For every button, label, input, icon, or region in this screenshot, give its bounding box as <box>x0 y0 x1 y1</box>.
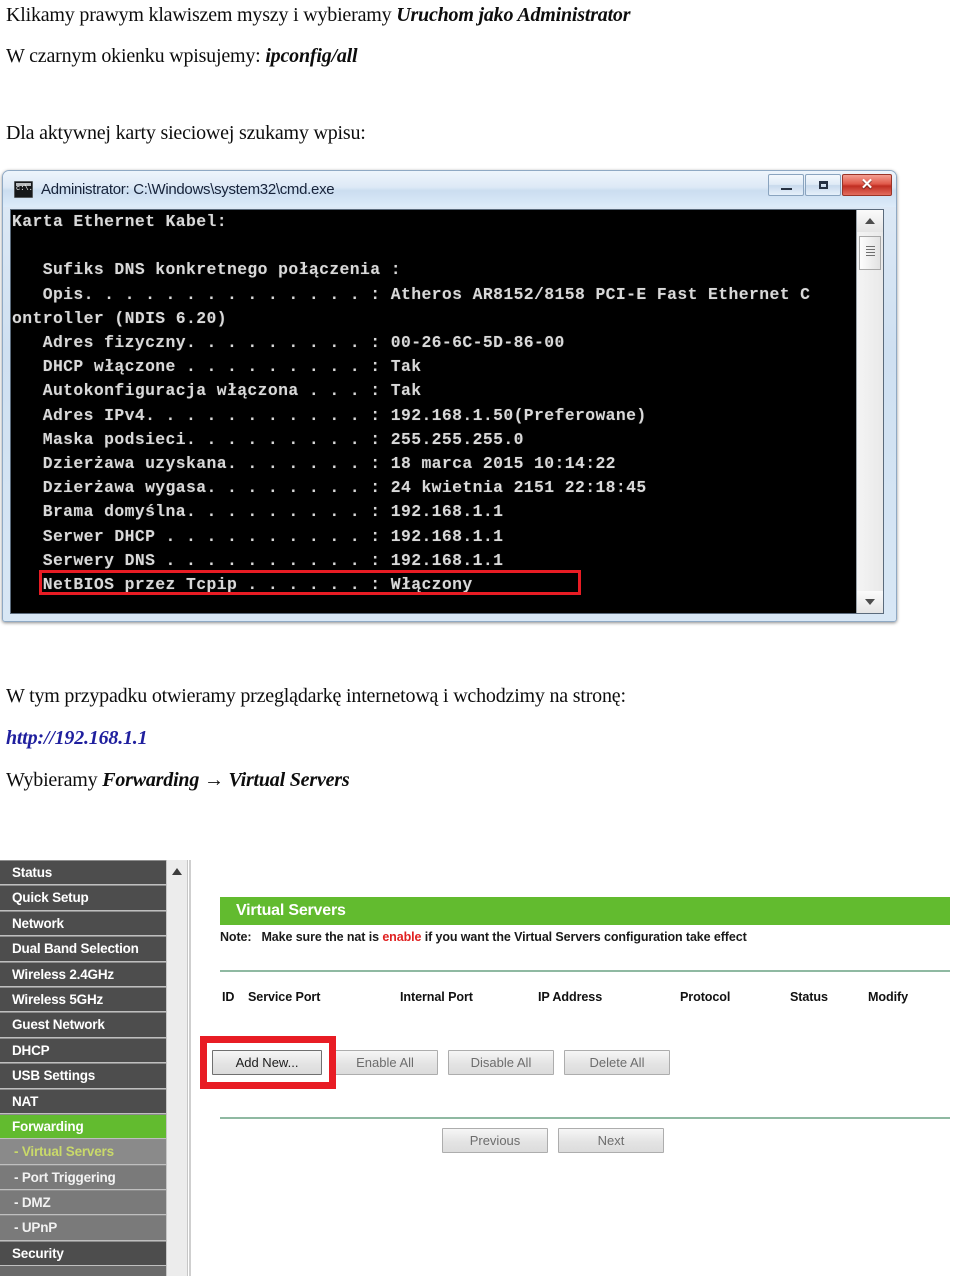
note-highlight: enable <box>382 930 422 944</box>
maximize-button[interactable] <box>805 174 841 196</box>
instruction-line-2: W czarnym okienku wpisujemy: ipconfig/al… <box>6 45 358 68</box>
instruction-line-6-text: Wybieramy <box>6 769 103 791</box>
instruction-line-1-emphasis: Uruchom jako Administrator <box>396 4 631 26</box>
column-header-id: ID <box>222 990 235 1004</box>
browser-scrollbar[interactable] <box>166 860 188 1276</box>
instruction-line-2-command: ipconfig/all <box>265 45 358 67</box>
sidebar-item-upnp[interactable]: - UPnP <box>0 1215 166 1241</box>
note-after: if you want the Virtual Servers configur… <box>421 930 747 944</box>
column-header-status: Status <box>790 990 828 1004</box>
column-header-protocol: Protocol <box>680 990 731 1004</box>
instruction-line-6: Wybieramy Forwarding → Virtual Servers <box>6 769 350 792</box>
scroll-up-icon[interactable] <box>167 860 187 880</box>
scrollbar-thumb[interactable] <box>859 236 881 270</box>
column-header-ip-address: IP Address <box>538 990 603 1004</box>
instruction-line-6-path: Forwarding → Virtual Servers <box>102 769 350 791</box>
instruction-line-4: W tym przypadku otwieramy przeglądarkę i… <box>6 685 626 707</box>
sidebar-item-virtual-servers[interactable]: - Virtual Servers <box>0 1139 166 1165</box>
column-header-internal-port: Internal Port <box>400 990 473 1004</box>
sidebar-item-nat[interactable]: NAT <box>0 1088 166 1114</box>
minimize-button[interactable] <box>768 174 804 196</box>
delete-all-button[interactable]: Delete All <box>564 1050 670 1075</box>
close-icon: ✕ <box>860 176 874 193</box>
router-sidebar: Status Quick Setup Network Dual Band Sel… <box>0 860 166 1276</box>
column-header-service-port: Service Port <box>248 990 321 1004</box>
sidebar-item-wireless-24ghz[interactable]: Wireless 2.4GHz <box>0 961 166 987</box>
instruction-line-1-text: Klikamy prawym klawiszem myszy i wybiera… <box>6 4 397 26</box>
console-output-area[interactable]: Karta Ethernet Kabel: Sufiks DNS konkret… <box>10 209 884 614</box>
router-main-content: Virtual Servers Note: Make sure the nat i… <box>192 860 960 1276</box>
previous-button[interactable]: Previous <box>442 1128 548 1153</box>
sidebar-item-usb-settings[interactable]: USB Settings <box>0 1063 166 1089</box>
window-controls: ✕ <box>768 174 892 196</box>
divider-bottom <box>220 1117 950 1119</box>
scroll-down-icon[interactable] <box>857 591 883 613</box>
add-new-button[interactable]: Add New... <box>212 1050 322 1075</box>
sidebar-item-dhcp[interactable]: DHCP <box>0 1037 166 1064</box>
sidebar-item-port-triggering[interactable]: - Port Triggering <box>0 1164 166 1191</box>
sidebar-item-status[interactable]: Status <box>0 860 166 886</box>
sidebar-item-network[interactable]: Network <box>0 910 166 937</box>
note-label: Note: <box>220 930 252 944</box>
window-title: Administrator: C:\Windows\system32\cmd.e… <box>41 180 335 198</box>
sidebar-item-dmz[interactable]: - DMZ <box>0 1190 166 1216</box>
note-before: Make sure the nat is <box>261 930 383 944</box>
instruction-line-1: Klikamy prawym klawiszem myszy i wybiera… <box>6 4 631 27</box>
router-admin-screenshot: Status Quick Setup Network Dual Band Sel… <box>0 860 960 1276</box>
instruction-line-2-text: W czarnym okienku wpisujemy: <box>6 45 266 67</box>
next-button[interactable]: Next <box>558 1128 664 1153</box>
instruction-line-3: Dla aktywnej karty sieciowej szukamy wpi… <box>6 122 366 144</box>
command-prompt-window: Administrator: C:\Windows\system32\cmd.e… <box>2 170 897 622</box>
router-url-link[interactable]: http://192.168.1.1 <box>6 727 148 750</box>
note-text: Note: Make sure the nat is enable if you … <box>220 930 747 944</box>
sidebar-item-quick-setup[interactable]: Quick Setup <box>0 885 166 911</box>
page-title: Virtual Servers <box>220 897 950 925</box>
console-scrollbar[interactable] <box>856 210 883 613</box>
sidebar-item-dual-band-selection[interactable]: Dual Band Selection <box>0 936 166 962</box>
close-button[interactable]: ✕ <box>842 174 892 196</box>
window-titlebar[interactable]: Administrator: C:\Windows\system32\cmd.e… <box>3 171 896 207</box>
console-icon <box>14 180 33 198</box>
divider-top <box>220 970 950 972</box>
panel-divider <box>189 860 191 1276</box>
disable-all-button[interactable]: Disable All <box>448 1050 554 1075</box>
sidebar-item-wireless-5ghz[interactable]: Wireless 5GHz <box>0 986 166 1013</box>
column-header-modify: Modify <box>868 990 908 1004</box>
sidebar-item-forwarding[interactable]: Forwarding <box>0 1113 166 1140</box>
scroll-up-icon[interactable] <box>857 210 883 232</box>
sidebar-item-security[interactable]: Security <box>0 1240 166 1267</box>
sidebar-item-guest-network[interactable]: Guest Network <box>0 1012 166 1038</box>
console-text: Karta Ethernet Kabel: Sufiks DNS konkret… <box>12 212 811 595</box>
enable-all-button[interactable]: Enable All <box>332 1050 438 1075</box>
